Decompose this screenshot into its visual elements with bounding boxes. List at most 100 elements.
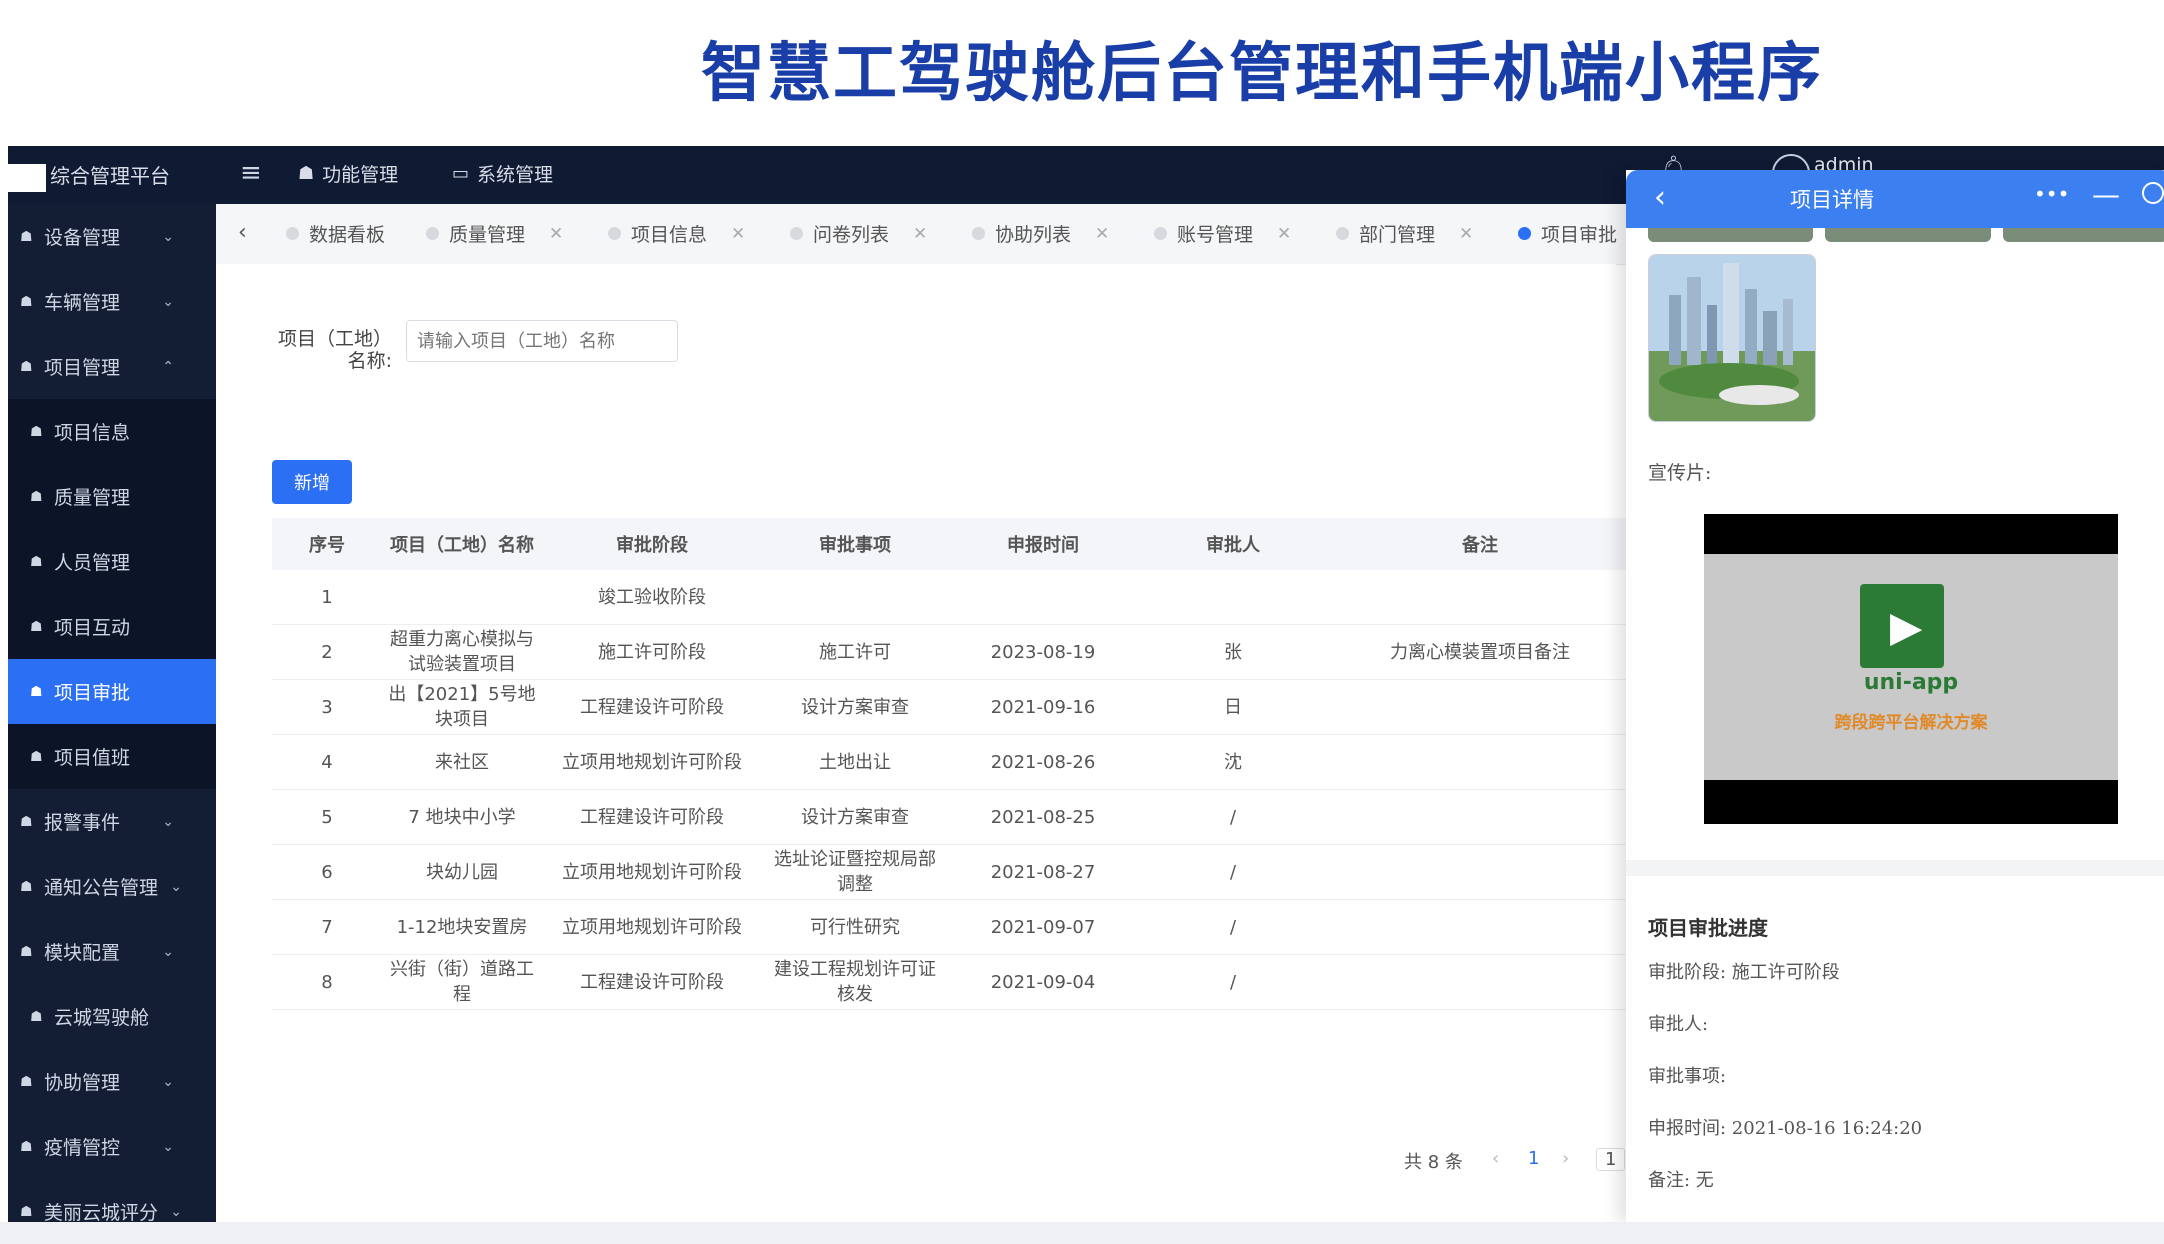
close-circle-icon[interactable] (2142, 182, 2164, 204)
tab-label: 数据看板 (309, 224, 386, 246)
admin-screen: 综合管理平台 ≡ ☗ 功能管理 ▭ 系统管理 🔔︎ admin ☗ 设备管理 ⌄ ☗… (8, 146, 2164, 1222)
close-icon[interactable]: ✕ (1277, 224, 1291, 244)
sidebar-item-project-info[interactable]: ☗ 项目信息 (8, 399, 216, 464)
table-cell: 来社区 (382, 734, 542, 790)
sidebar-item-personnel[interactable]: ☗ 人员管理 (8, 529, 216, 594)
sidebar-item-module[interactable]: ☗ 模块配置 ⌄ (8, 919, 216, 984)
sidebar-item-vehicle[interactable]: ☗ 车辆管理 ⌄ (8, 269, 216, 334)
table-cell: 施工许可阶段 (542, 624, 762, 680)
hamburger-menu-icon[interactable]: ≡ (240, 158, 262, 188)
sidebar-item-label: 报警事件 (44, 812, 121, 834)
close-icon[interactable]: ✕ (731, 224, 745, 244)
table-cell: 7 (272, 899, 382, 955)
banner-title: 智慧工驾驶舱后台管理和手机端小程序 (701, 37, 1823, 111)
close-icon[interactable]: ✕ (1459, 224, 1473, 244)
tab-dot-icon (608, 227, 621, 240)
close-icon[interactable]: ✕ (1095, 224, 1109, 244)
tab-dashboard[interactable]: 数据看板 (286, 220, 385, 247)
tab-questionnaire[interactable]: 问卷列表 ✕ (790, 220, 927, 247)
tab-assist-list[interactable]: 协助列表 ✕ (972, 220, 1109, 247)
table-cell: 4 (272, 734, 382, 790)
brand-title: 综合管理平台 (50, 164, 170, 188)
table-cell: 力离心模装置项目备注 (1328, 624, 1632, 680)
sidebar-item-cockpit[interactable]: ☗ 云城驾驶舱 (8, 984, 216, 1049)
menu-function-management[interactable]: ☗ 功能管理 (298, 160, 398, 187)
project-image[interactable] (1648, 254, 1816, 422)
progress-title: 项目审批进度 (1648, 916, 1768, 940)
thumbnail[interactable] (1825, 228, 1991, 242)
progress-approver: 审批人: (1648, 1014, 1709, 1035)
chevron-down-icon: ⌄ (170, 878, 182, 895)
more-icon[interactable]: ••• (2034, 182, 2069, 206)
users-icon: ☗ (20, 228, 33, 245)
progress-stage: 审批阶段: 施工许可阶段 (1648, 962, 1840, 983)
table-cell (948, 570, 1138, 625)
table-row[interactable]: 7 1-12地块安置房 立项用地规划许可阶段 可行性研究 2021-09-07/ (272, 899, 1632, 955)
sidebar-item-epidemic[interactable]: ☗ 疫情管控 ⌄ (8, 1114, 216, 1179)
chevron-down-icon: ⌄ (170, 1203, 182, 1220)
sidebar-item-notice[interactable]: ☗ 通知公告管理 ⌄ (8, 854, 216, 919)
play-icon[interactable]: ▶ (1890, 602, 1922, 651)
approval-table: 序号 项目（工地）名称 审批阶段 审批事项 申报时间 审批人 备注 1 竣工验收阶… (272, 518, 1632, 1010)
sidebar-item-quality[interactable]: ☗ 质量管理 (8, 464, 216, 529)
menu-label: 功能管理 (322, 164, 399, 186)
thumbnail[interactable] (2002, 228, 2164, 242)
pagination-next-icon[interactable]: › (1562, 1148, 1569, 1169)
table-cell: / (1138, 899, 1328, 955)
tab-dot-icon (1518, 227, 1531, 240)
tab-project-info[interactable]: 项目信息 ✕ (608, 220, 745, 247)
tab-dot-icon (1336, 227, 1349, 240)
sidebar-item-interaction[interactable]: ☗ 项目互动 (8, 594, 216, 659)
sidebar-item-device[interactable]: ☗ 设备管理 ⌄ (8, 204, 216, 269)
sidebar-item-label: 疫情管控 (44, 1137, 121, 1159)
sidebar-item-label: 项目审批 (54, 682, 131, 704)
sidebar-item-approval[interactable]: ☗ 项目审批 (8, 659, 216, 724)
tab-dot-icon (1154, 227, 1167, 240)
video-subtitle: 跨段跨平台解决方案 (1834, 713, 1988, 733)
table-row[interactable]: 6 块幼儿园 立项用地规划许可阶段 选址论证暨控规局部调整 2021-08-27/ (272, 844, 1632, 900)
table-row[interactable]: 2 超重力离心模拟与试验装置项目 施工许可阶段 施工许可 2023-08-19 张力离心模… (272, 624, 1632, 680)
sidebar-item-label: 项目值班 (54, 747, 131, 769)
column-header: 审批人 (1138, 518, 1328, 570)
add-button[interactable]: 新增 (272, 460, 352, 504)
sidebar-item-assist[interactable]: ☗ 协助管理 ⌄ (8, 1049, 216, 1114)
pagination-prev-icon[interactable]: ‹ (1492, 1148, 1499, 1169)
table-row[interactable]: 4 来社区 立项用地规划许可阶段 土地出让 2021-08-26 沈 (272, 734, 1632, 790)
promo-video[interactable]: ▶ uni-app 跨段跨平台解决方案 (1704, 514, 2118, 824)
close-icon[interactable]: ✕ (913, 224, 927, 244)
users-icon: ☗ (20, 878, 33, 895)
close-icon[interactable]: ✕ (549, 224, 563, 244)
sidebar-item-rating[interactable]: ☗ 美丽云城评分 ⌄ (8, 1179, 216, 1222)
progress-time: 申报时间: 2021-08-16 16:24:20 (1648, 1118, 1923, 1139)
thumbnail-strip (1648, 228, 2164, 242)
table-cell: 6 (272, 844, 382, 900)
video-brand: uni-app (1863, 670, 1959, 695)
pagination-jump-input[interactable]: 1 (1596, 1148, 1626, 1171)
tab-department[interactable]: 部门管理 ✕ (1336, 220, 1473, 247)
table-cell: 工程建设许可阶段 (542, 954, 762, 1010)
table-cell: 2021-08-27 (948, 844, 1138, 900)
table-row[interactable]: 57 地块中小学 工程建设许可阶段 设计方案审查 2021-08-25/ (272, 789, 1632, 845)
table-row[interactable]: 3 出【2021】5号地块项目 工程建设许可阶段 设计方案审查 2021-09-16 日 (272, 679, 1632, 735)
table-row[interactable]: 1 竣工验收阶段 (272, 570, 1632, 625)
sidebar-item-label: 项目互动 (54, 617, 131, 639)
table-row[interactable]: 8 兴街（街）道路工程 工程建设许可阶段 建设工程规划许可证核发 2021-09-04/ (272, 954, 1632, 1010)
sidebar-item-project[interactable]: ☗ 项目管理 ⌃ (8, 334, 216, 399)
tab-approval[interactable]: 项目审批 (1518, 220, 1617, 247)
menu-system-management[interactable]: ▭ 系统管理 (452, 160, 553, 187)
thumbnail[interactable] (1648, 228, 1814, 242)
tab-quality[interactable]: 质量管理 ✕ (426, 220, 563, 247)
pagination-page[interactable]: 1 (1528, 1148, 1539, 1169)
minimize-icon[interactable]: — (2092, 178, 2120, 211)
tab-scroll-left-icon[interactable]: ‹ (238, 220, 247, 245)
table-cell: 5 (272, 789, 382, 845)
users-icon: ☗ (20, 813, 33, 830)
table-cell: 2021-08-25 (948, 789, 1138, 845)
table-cell: 选址论证暨控规局部调整 (762, 844, 948, 900)
table-cell: / (1138, 844, 1328, 900)
sidebar-item-duty[interactable]: ☗ 项目值班 (8, 724, 216, 789)
search-input[interactable] (406, 320, 678, 362)
tab-account[interactable]: 账号管理 ✕ (1154, 220, 1291, 247)
sidebar-item-alarm[interactable]: ☗ 报警事件 ⌄ (8, 789, 216, 854)
sidebar-item-label: 模块配置 (44, 942, 121, 964)
